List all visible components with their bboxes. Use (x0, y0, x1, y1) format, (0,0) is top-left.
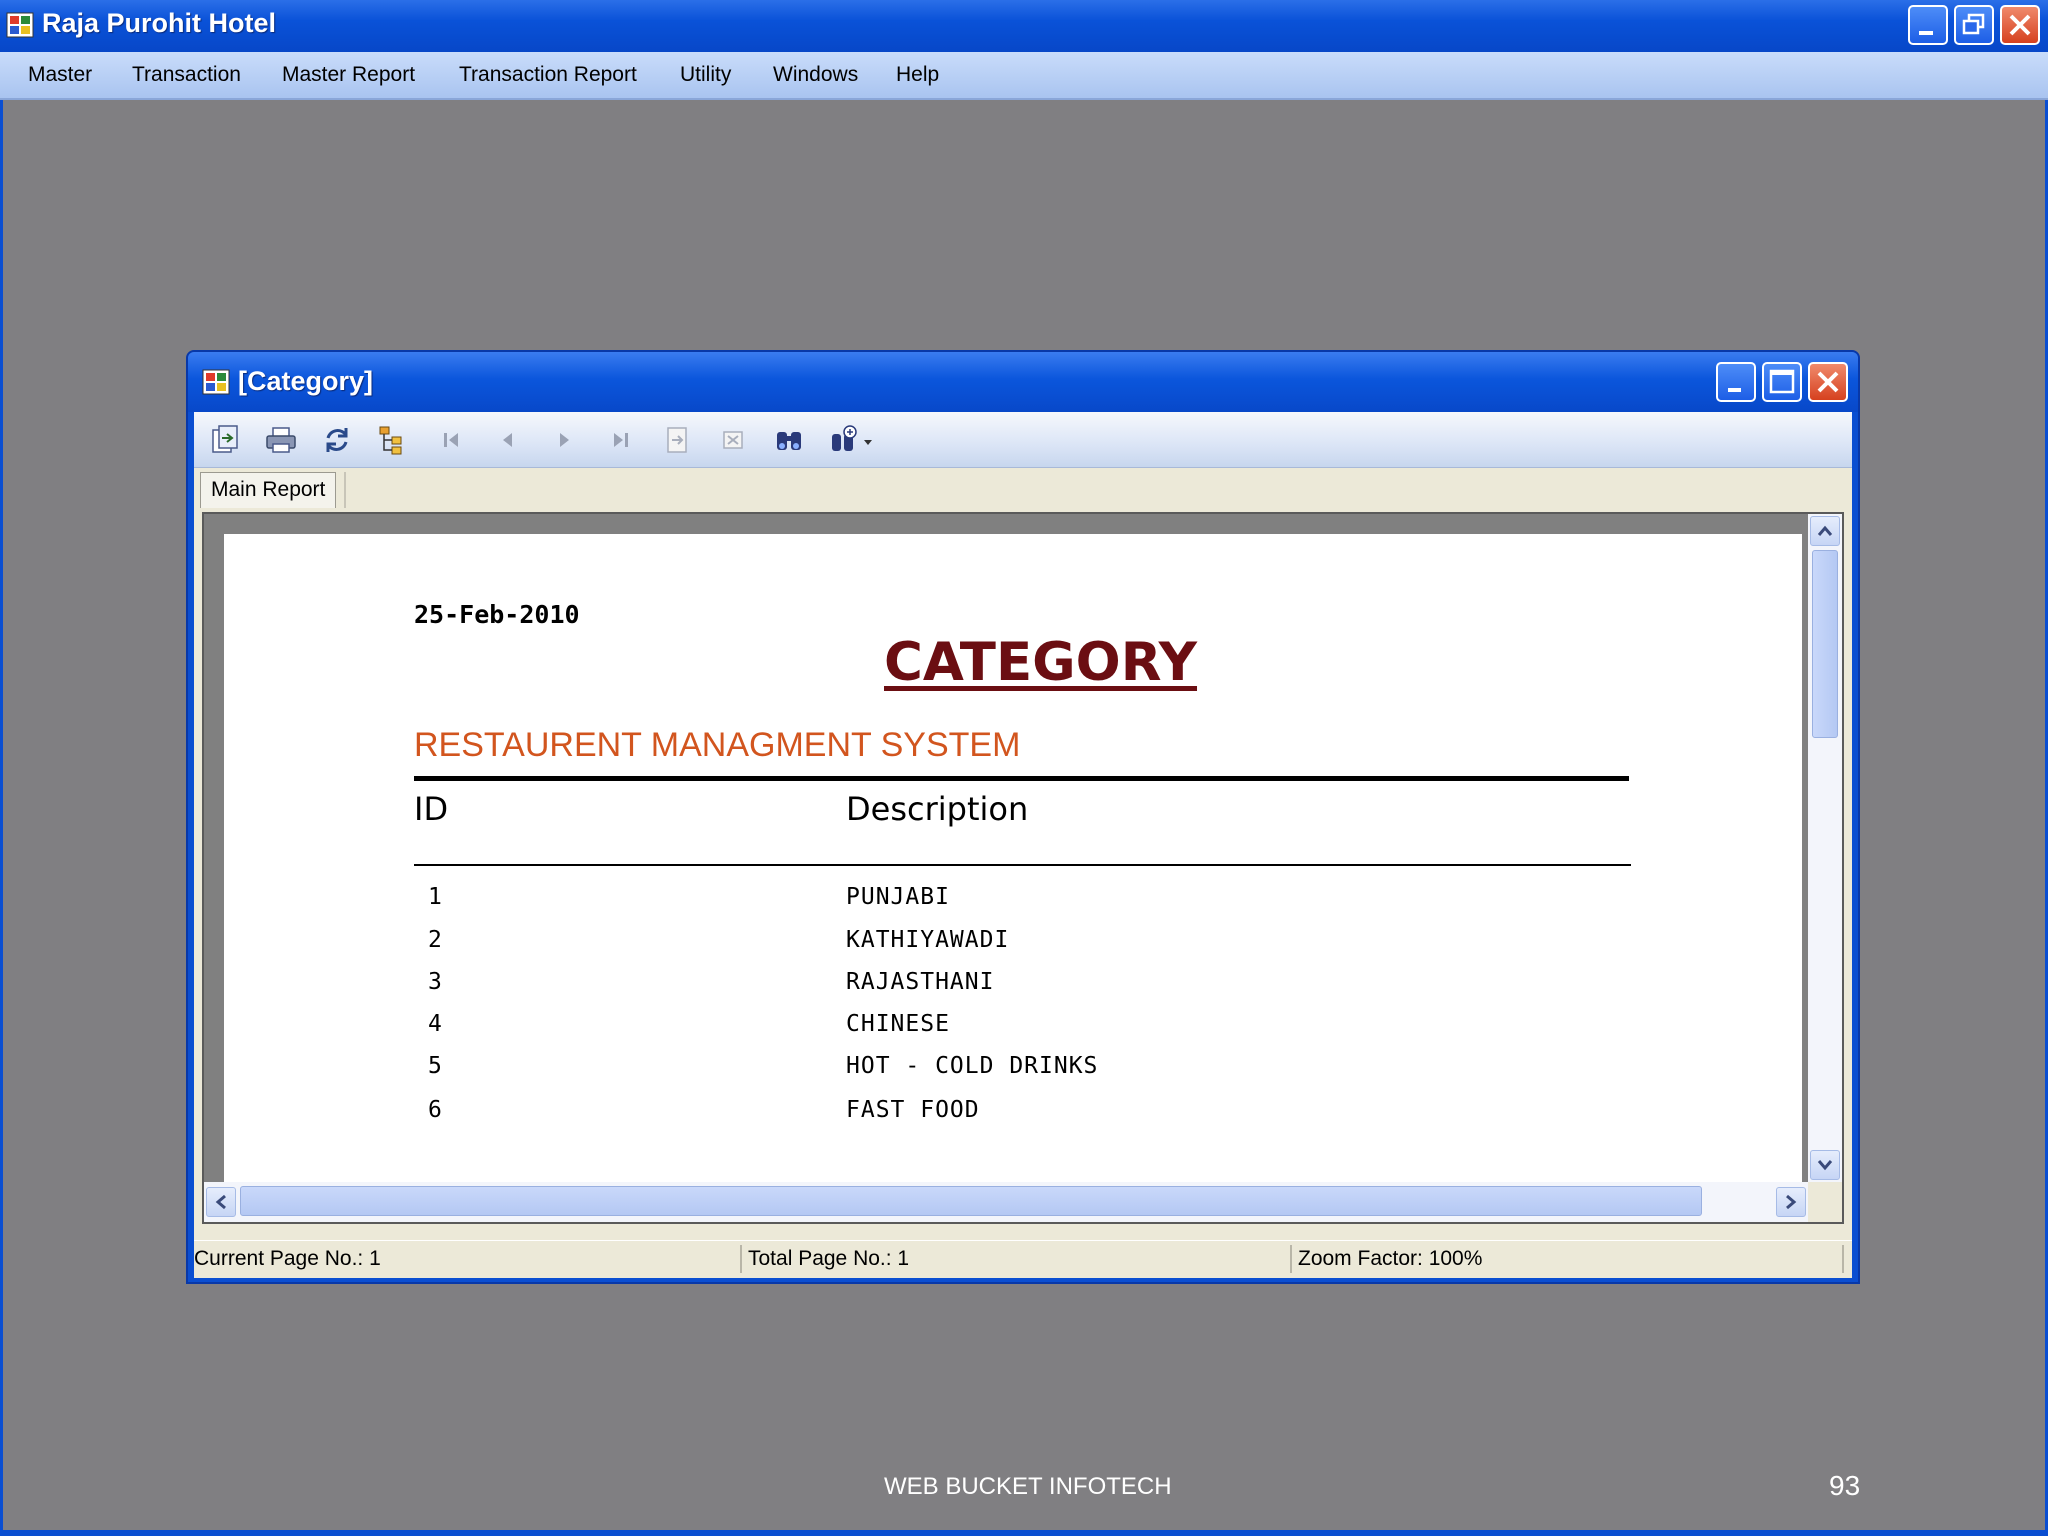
menu-master-report[interactable]: Master Report (282, 63, 415, 87)
close-view-icon[interactable] (716, 424, 750, 456)
scroll-left-button[interactable] (206, 1187, 236, 1217)
scroll-right-button[interactable] (1776, 1187, 1806, 1217)
row-id: 2 (428, 927, 442, 953)
table-row: 2 KATHIYAWADI (224, 927, 1624, 967)
report-subtitle: RESTAURENT MANAGMENT SYSTEM (414, 726, 1021, 764)
refresh-icon[interactable] (320, 424, 354, 456)
menu-bar: Master Transaction Master Report Transac… (0, 52, 2048, 100)
header-rule-bottom (414, 864, 1631, 866)
chevron-up-icon (1817, 525, 1833, 536)
row-description: FAST FOOD (846, 1097, 980, 1123)
next-page-icon[interactable] (548, 424, 582, 456)
menu-transaction[interactable]: Transaction (132, 63, 241, 87)
table-row: 1 PUNJABI (224, 884, 1624, 924)
close-icon (1817, 371, 1839, 393)
minimize-button[interactable] (1908, 5, 1948, 45)
window-border-left (0, 100, 3, 1536)
scroll-down-button[interactable] (1810, 1150, 1840, 1180)
chevron-down-icon (1817, 1160, 1833, 1171)
child-window-icon (202, 369, 230, 395)
main-title-bar: Raja Purohit Hotel (0, 0, 2048, 52)
vertical-scrollbar[interactable] (1808, 514, 1842, 1182)
tab-main-report[interactable]: Main Report (200, 472, 337, 508)
minimize-icon (1919, 31, 1933, 35)
restore-button[interactable] (1954, 5, 1994, 45)
close-icon (2009, 14, 2031, 36)
report-page: 25-Feb-2010 CATEGORY RESTAURENT MANAGMEN… (224, 534, 1802, 1214)
chevron-right-icon (1786, 1194, 1797, 1210)
last-page-icon[interactable] (604, 424, 638, 456)
group-tree-icon[interactable] (376, 424, 410, 456)
row-id: 3 (428, 969, 442, 995)
child-minimize-button[interactable] (1716, 362, 1756, 402)
close-button[interactable] (2000, 5, 2040, 45)
child-client-area: Main Report 25-Feb-2010 CATEGORY RESTAUR… (194, 412, 1852, 1278)
status-bar: Current Page No.: 1 Total Page No.: 1 Zo… (194, 1240, 1852, 1276)
chevron-left-icon (215, 1194, 226, 1210)
status-separator (1290, 1245, 1292, 1273)
footer-brand: WEB BUCKET INFOTECH (884, 1473, 1172, 1500)
report-title: CATEGORY (884, 632, 1198, 693)
menu-windows[interactable]: Windows (773, 63, 858, 87)
child-title-bar: [Category] (188, 352, 1858, 412)
row-description: CHINESE (846, 1011, 950, 1037)
child-window-title: [Category] (238, 366, 374, 396)
row-description: RAJASTHANI (846, 969, 995, 995)
menu-master[interactable]: Master (28, 63, 92, 87)
row-description: PUNJABI (846, 884, 950, 910)
search-icon[interactable] (772, 424, 806, 456)
report-toolbar (194, 412, 1852, 468)
minimize-icon (1728, 388, 1741, 392)
child-close-button[interactable] (1808, 362, 1848, 402)
menu-utility[interactable]: Utility (680, 63, 731, 87)
table-row: 6 FAST FOOD (224, 1097, 1624, 1137)
report-date: 25-Feb-2010 (414, 600, 580, 629)
report-viewer: 25-Feb-2010 CATEGORY RESTAURENT MANAGMEN… (202, 512, 1844, 1224)
first-page-icon[interactable] (434, 424, 468, 456)
horizontal-scroll-thumb[interactable] (240, 1186, 1702, 1216)
menu-transaction-report[interactable]: Transaction Report (459, 63, 637, 87)
row-id: 1 (428, 884, 442, 910)
table-row: 4 CHINESE (224, 1011, 1624, 1051)
row-description: KATHIYAWADI (846, 927, 1010, 953)
column-header-id: ID (414, 790, 449, 828)
row-id: 5 (428, 1053, 442, 1079)
column-header-description: Description (846, 790, 1029, 828)
app-icon (6, 12, 34, 38)
table-row: 3 RAJASTHANI (224, 969, 1624, 1009)
print-icon[interactable] (264, 424, 298, 456)
status-total-page: Total Page No.: 1 (748, 1247, 910, 1270)
export-icon[interactable] (208, 424, 242, 456)
row-id: 6 (428, 1097, 442, 1123)
previous-page-icon[interactable] (490, 424, 524, 456)
category-report-window: [Category] Main Report 25-Feb-2010 CATEG… (186, 350, 1860, 1284)
status-zoom-factor: Zoom Factor: 100% (1298, 1247, 1483, 1270)
footer-page-number: 93 (1829, 1470, 1861, 1501)
tab-separator (344, 472, 346, 508)
scroll-up-button[interactable] (1810, 516, 1840, 546)
scroll-corner (1808, 1182, 1842, 1222)
row-description: HOT - COLD DRINKS (846, 1053, 1099, 1079)
menu-help[interactable]: Help (896, 63, 939, 87)
row-id: 4 (428, 1011, 442, 1037)
table-row: 5 HOT - COLD DRINKS (224, 1053, 1624, 1093)
status-separator (1842, 1245, 1844, 1273)
child-maximize-button[interactable] (1762, 362, 1802, 402)
maximize-icon (1769, 369, 1795, 394)
vertical-scroll-thumb[interactable] (1812, 550, 1838, 738)
status-separator (740, 1245, 742, 1273)
status-current-page: Current Page No.: 1 (194, 1247, 381, 1270)
horizontal-scrollbar[interactable] (204, 1182, 1808, 1222)
zoom-icon[interactable] (828, 424, 876, 456)
restore-icon (1962, 13, 1985, 35)
goto-page-icon[interactable] (660, 424, 694, 456)
window-title: Raja Purohit Hotel (42, 8, 277, 38)
header-rule-top (414, 776, 1629, 781)
window-border-bottom (0, 1530, 2048, 1536)
